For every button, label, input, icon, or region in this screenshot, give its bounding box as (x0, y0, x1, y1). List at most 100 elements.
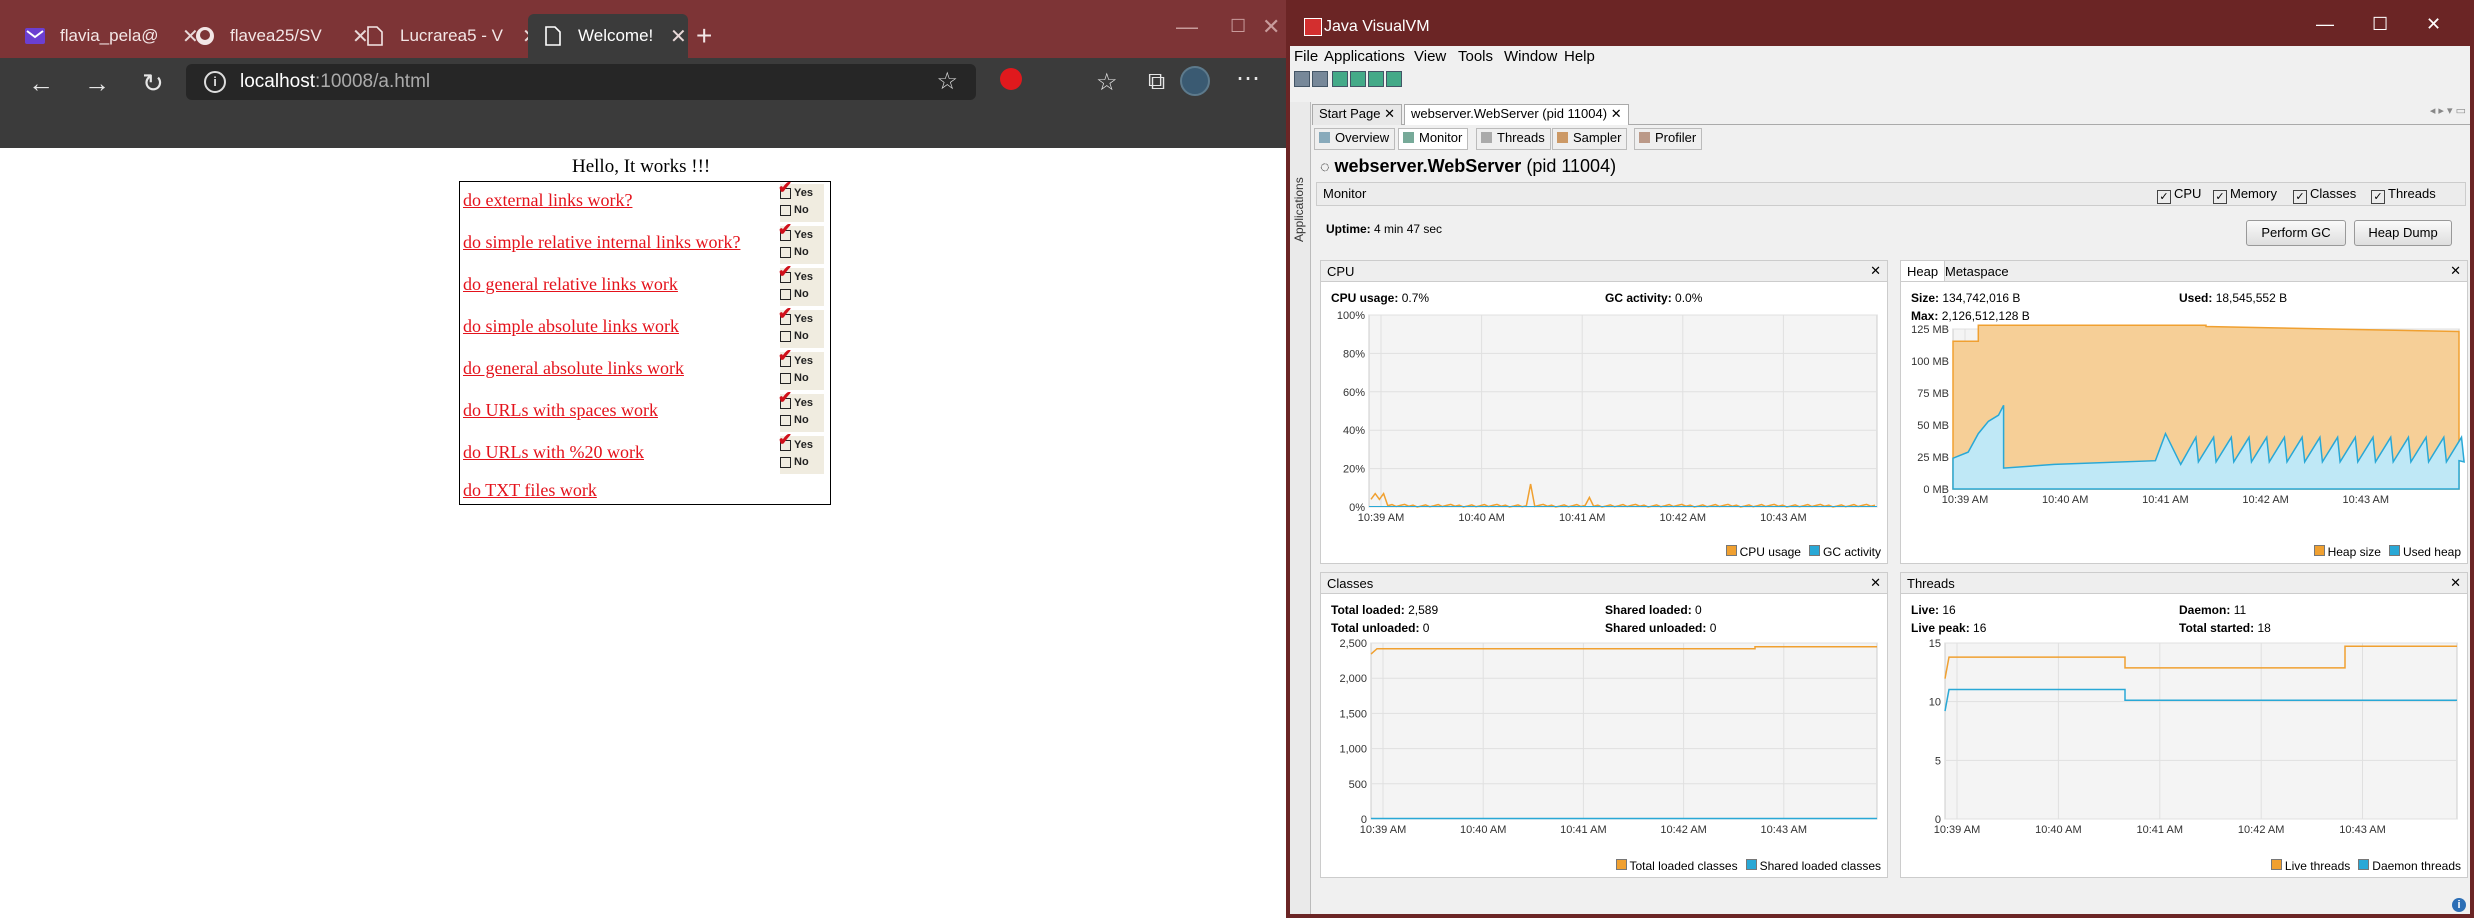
browser-tab-github[interactable]: flavea25/SV ✕ (170, 14, 369, 58)
yes-no-checkbox[interactable]: ✔ Yes No (778, 178, 824, 222)
tab-heap[interactable]: Heap (1901, 261, 1946, 281)
yes-label: Yes (794, 229, 813, 241)
applications-sidebar[interactable]: Applications (1290, 102, 1311, 914)
link-simple-absolute[interactable]: do simple absolute links work (463, 316, 679, 337)
tab-sampler[interactable]: Sampler (1552, 128, 1628, 150)
tab-profiler[interactable]: Profiler (1634, 128, 1703, 150)
memory-checkbox[interactable]: ✓ Memory (2213, 186, 2277, 204)
yes-no-checkbox[interactable]: ✔ Yes No (778, 346, 824, 390)
plot-area (1370, 642, 1878, 820)
forward-icon[interactable]: → (84, 68, 110, 99)
close-icon[interactable]: ✕ (670, 24, 687, 49)
chart-legend: Total loaded classes Shared loaded classe… (1608, 859, 1881, 873)
browser-toolbar: ← → ↻ i localhost:10008/a.html ☆ ☆ ⧉ ⋯ (0, 58, 1286, 108)
address-bar[interactable]: i localhost:10008/a.html ☆ (186, 64, 976, 100)
yes-no-checkbox[interactable]: ✔ Yes No (778, 430, 824, 474)
live-threads-stat: Live: 16 (1911, 603, 1956, 617)
perform-gc-button[interactable]: Perform GC (2246, 220, 2346, 246)
uptime-label: Uptime: (1326, 222, 1371, 236)
x-tick-label: 10:39 AM (1360, 824, 1406, 836)
yes-no-checkbox[interactable]: ✔ Yes No (778, 262, 824, 306)
heap-panel: Heap Metaspace ✕ Size: 134,742,016 B Use… (1900, 260, 2468, 564)
minimize-icon[interactable]: — (1176, 14, 1198, 40)
link-external[interactable]: do external links work? (463, 190, 632, 211)
panel-header: Classes ✕ (1321, 573, 1887, 594)
stat-value: 134,742,016 B (1942, 291, 2021, 305)
stat-value: 11 (2233, 603, 2247, 617)
yes-no-checkbox[interactable]: ✔ Yes No (778, 304, 824, 348)
heap-dump-button[interactable]: Heap Dump (2354, 220, 2452, 246)
avatar[interactable] (1180, 66, 1210, 96)
favorites-icon[interactable]: ☆ (1096, 68, 1118, 97)
collections-icon[interactable]: ⧉ (1148, 68, 1165, 96)
maximize-icon[interactable]: ☐ (1230, 16, 1246, 37)
link-urls-20[interactable]: do URLs with %20 work (463, 442, 644, 463)
cpu-chart: 100%80%60%40%20%0%10:39 AM 10:40 AM 10:41 … (1337, 310, 1878, 524)
classes-checkbox[interactable]: ✓ Classes (2293, 186, 2356, 204)
tab-start-page[interactable]: Start Page ✕ (1312, 104, 1402, 125)
menu-help[interactable]: Help (1564, 48, 1595, 65)
list-item: do URLs with spaces work ✔ Yes No (460, 388, 830, 432)
tab-overview[interactable]: Overview (1314, 128, 1396, 150)
menu-window[interactable]: Window (1504, 48, 1557, 65)
more-icon[interactable]: ⋯ (1236, 64, 1260, 93)
load-icon[interactable] (1294, 71, 1310, 87)
stat-value: 2,126,512,128 B (1941, 309, 2030, 323)
menu-view[interactable]: View (1414, 48, 1446, 65)
tab-scroll-icon[interactable]: ◂ ▸ ▾ ▭ (2430, 104, 2466, 117)
browser-tab-bar: flavia_pela@ ✕ flavea25/SV ✕ Lucrarea5 -… (0, 0, 1286, 58)
tab-metaspace[interactable]: Metaspace (1945, 264, 2009, 279)
y-tick-label: 100 MB (1911, 356, 1949, 368)
browser-tab-lucrarea[interactable]: Lucrarea5 - V ✕ (340, 14, 539, 58)
menu-tools[interactable]: Tools (1458, 48, 1493, 65)
monitor-label: Monitor (1323, 186, 1367, 201)
refresh-icon[interactable]: ↻ (142, 68, 164, 99)
new-tab-icon[interactable]: + (696, 20, 712, 52)
link-general-absolute[interactable]: do general absolute links work (463, 358, 684, 379)
tab-webserver[interactable]: webserver.WebServer (pid 11004) ✕ (1404, 104, 1629, 125)
minimize-icon[interactable]: — (2316, 14, 2334, 35)
cpu-checkbox[interactable]: ✓ CPU (2157, 186, 2201, 204)
add-remote-icon[interactable] (1350, 71, 1366, 87)
close-icon[interactable]: ✕ (1870, 263, 1881, 279)
close-icon[interactable]: ✕ (1384, 106, 1395, 121)
browser-tab-welcome[interactable]: Welcome! ✕ (528, 14, 688, 58)
window-close-icon[interactable]: ✕ (2426, 14, 2441, 35)
save-icon[interactable] (1312, 71, 1328, 87)
info-icon[interactable]: i (2452, 898, 2466, 912)
x-tick-label: 10:43 AM (2339, 824, 2385, 836)
yes-label: Yes (794, 439, 813, 451)
legend-label: CPU usage (1739, 545, 1801, 559)
close-icon[interactable]: ✕ (2450, 575, 2461, 591)
window-close-icon[interactable]: ✕ (1262, 14, 1280, 40)
link-urls-spaces[interactable]: do URLs with spaces work (463, 400, 658, 421)
maximize-icon[interactable]: ☐ (2372, 14, 2388, 35)
close-icon[interactable]: ✕ (1611, 106, 1622, 121)
yes-no-checkbox[interactable]: ✔ Yes No (778, 220, 824, 264)
tab-monitor[interactable]: Monitor (1398, 128, 1469, 150)
link-general-relative[interactable]: do general relative links work (463, 274, 678, 295)
threads-checkbox[interactable]: ✓ Threads (2371, 186, 2436, 204)
favorite-star-icon[interactable]: ☆ (936, 67, 958, 96)
yes-no-checkbox[interactable]: ✔ Yes No (778, 388, 824, 432)
checkbox-label: Memory (2230, 186, 2277, 201)
y-tick-label: 1,000 (1339, 744, 1367, 756)
add-jmx-icon[interactable] (1332, 71, 1348, 87)
back-icon[interactable]: ← (28, 68, 54, 99)
extension-icon[interactable] (1000, 68, 1022, 90)
chart-legend: CPU usage GC activity (1718, 545, 1881, 559)
add-coredump-icon[interactable] (1386, 71, 1402, 87)
menu-applications[interactable]: Applications (1324, 48, 1405, 65)
info-icon[interactable]: i (204, 71, 226, 93)
threads-panel: Threads ✕ Live: 16 Live peak: 16 Daemon: … (1900, 572, 2468, 878)
link-simple-relative[interactable]: do simple relative internal links work? (463, 232, 740, 253)
browser-tab-mail[interactable]: flavia_pela@ ✕ (0, 14, 199, 58)
tab-threads[interactable]: Threads (1476, 128, 1551, 150)
menu-file[interactable]: File (1294, 48, 1318, 65)
link-txt-files[interactable]: do TXT files work (463, 480, 597, 501)
close-icon[interactable]: ✕ (2450, 263, 2461, 279)
close-icon[interactable]: ✕ (1870, 575, 1881, 591)
stat-value: 18 (2257, 621, 2271, 635)
no-label: No (794, 372, 809, 384)
add-snapshot-icon[interactable] (1368, 71, 1384, 87)
